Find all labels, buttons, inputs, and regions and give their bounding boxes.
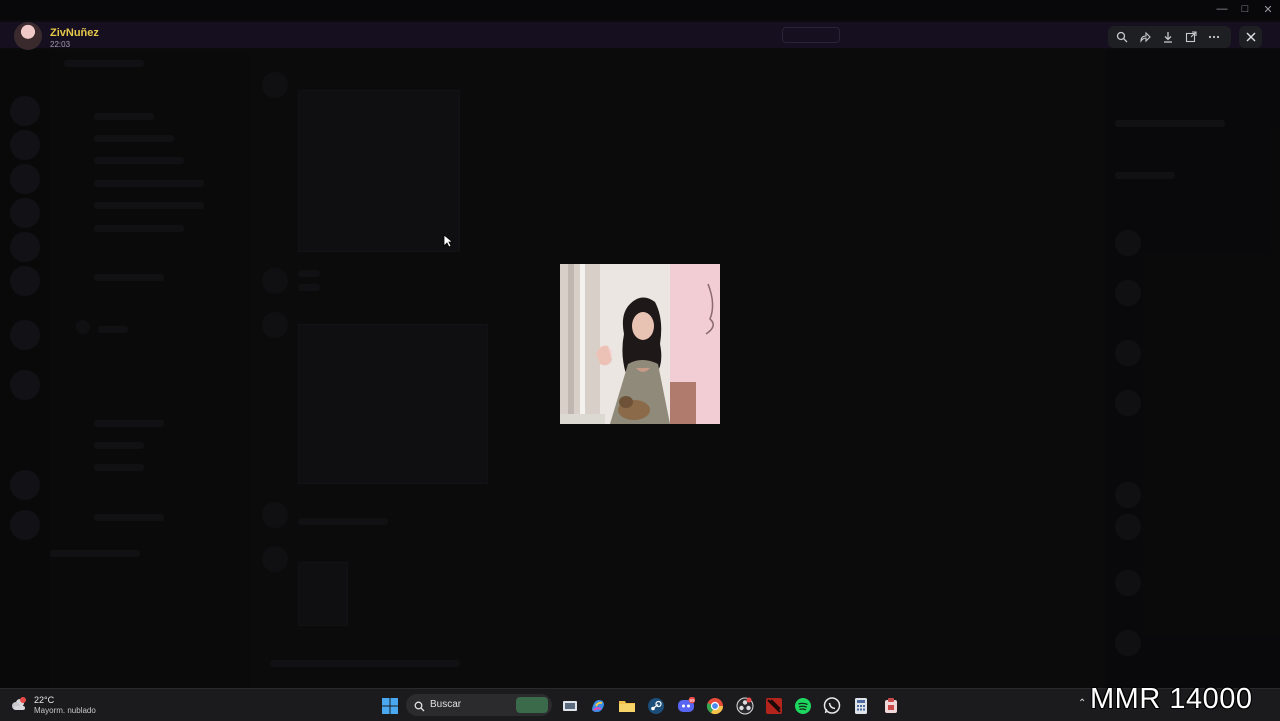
obs-icon[interactable] [736,697,754,715]
banner-button[interactable] [782,27,840,43]
more-options-icon[interactable] [1205,29,1223,45]
chrome-icon[interactable] [706,697,724,715]
search-icon [414,699,425,717]
stream-overlay-text: MMR 14000 [1090,683,1253,715]
windows-start-icon[interactable] [381,697,399,715]
image-viewer-toolbar [1108,26,1231,48]
zoom-icon[interactable] [1113,29,1131,45]
window-titlebar: — □ ✕ [0,0,1280,20]
maximize-icon[interactable]: □ [1233,3,1257,15]
search-highlight-icon [516,697,548,713]
dota-icon[interactable] [765,697,783,715]
whatsapp-icon[interactable] [823,697,841,715]
mouse-cursor-icon [443,234,454,253]
weather-temperature: 22°C [34,695,55,705]
file-explorer-icon[interactable] [618,697,636,715]
calculator-icon[interactable] [852,697,870,715]
search-label: Buscar [430,699,462,710]
download-icon[interactable] [1159,29,1177,45]
discord-badge: 99 [689,698,695,703]
window-close-icon[interactable]: ✕ [1256,3,1280,16]
app-icon[interactable] [882,697,900,715]
steam-icon[interactable] [647,697,665,715]
spotify-icon[interactable] [794,697,812,715]
uploader-name[interactable]: ZivNuñez [50,27,99,39]
avatar[interactable] [14,22,42,50]
task-view-icon[interactable] [561,697,579,715]
open-external-icon[interactable] [1182,29,1200,45]
weather-description: Mayorm. nublado [34,706,96,715]
tray-chevron-icon[interactable]: ⌃ [1078,698,1086,709]
minimize-icon[interactable]: — [1210,3,1234,15]
forward-icon[interactable] [1136,29,1154,45]
copilot-icon[interactable] [589,697,607,715]
weather-icon [10,696,28,714]
windows-taskbar: 22°C Mayorm. nublado Buscar 99 ⌃ [0,688,1280,721]
upload-time: 22:03 [50,40,71,49]
search-input[interactable]: Buscar [406,694,552,716]
discord-icon[interactable]: 99 [677,696,696,715]
photo-preview[interactable] [560,264,720,424]
close-icon[interactable] [1239,26,1262,48]
notice-banner [0,22,1280,48]
